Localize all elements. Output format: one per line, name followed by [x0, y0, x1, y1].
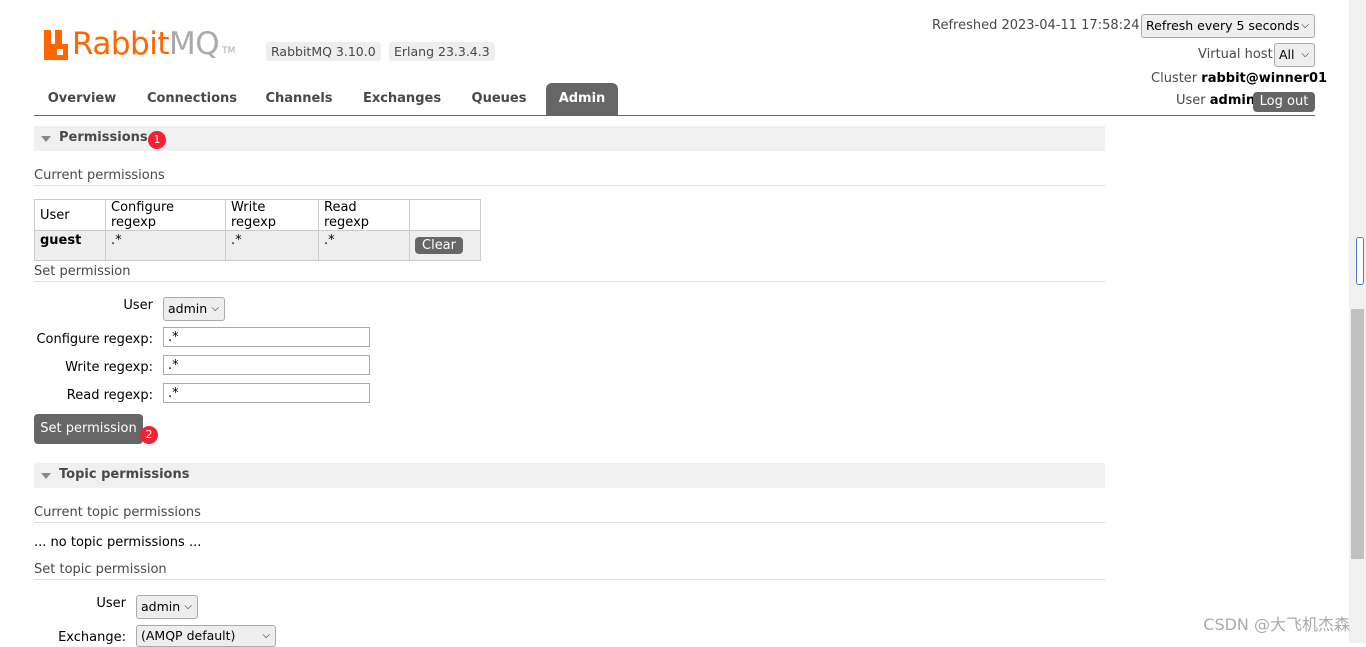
exchange-select[interactable]: (AMQP default) ⌵	[136, 625, 276, 647]
topic-permissions-title: Topic permissions	[59, 467, 190, 482]
refresh-interval-select[interactable]: Refresh every 5 seconds ⌵	[1141, 14, 1315, 38]
read-regexp-label: Read regexp:	[66, 388, 153, 403]
rabbit-logo-icon	[44, 30, 68, 60]
clear-permission-button[interactable]: Clear	[415, 237, 463, 254]
topic-permissions-section-header[interactable]: Topic permissions	[34, 463, 1105, 488]
col-action	[409, 199, 481, 231]
cell-action: Clear	[409, 230, 481, 261]
col-read: Read regexp	[318, 199, 410, 231]
chevron-down-icon: ⌵	[184, 601, 192, 612]
main-nav-tabs: Overview Connections Channels Exchanges …	[34, 83, 1315, 116]
cell-read: .*	[318, 230, 410, 261]
tab-connections[interactable]: Connections	[134, 83, 250, 115]
write-regexp-label: Write regexp:	[65, 360, 153, 375]
chevron-down-icon: ⌵	[1301, 20, 1309, 31]
tab-exchanges[interactable]: Exchanges	[352, 83, 452, 115]
annotation-badge-1: 1	[148, 131, 166, 149]
set-permission-heading: Set permission	[34, 264, 1105, 282]
set-topic-permission-heading: Set topic permission	[34, 562, 1105, 580]
version-badge: RabbitMQ 3.10.0	[266, 42, 381, 61]
set-permission-button[interactable]: Set permission	[34, 414, 143, 444]
topic-user-label: User	[96, 596, 126, 611]
cell-configure: .*	[105, 230, 226, 261]
configure-regexp-label: Configure regexp:	[36, 332, 153, 347]
permissions-section-header[interactable]: Permissions	[34, 126, 1105, 151]
annotation-badge-2: 2	[140, 426, 158, 444]
collapse-triangle-icon	[41, 136, 51, 142]
permission-user-value: admin	[168, 301, 208, 316]
no-topic-permissions-text: ... no topic permissions ...	[34, 535, 202, 550]
permissions-table: User Configure regexp Write regexp Read …	[34, 199, 481, 261]
refreshed-label: Refreshed 2023-04-11 17:58:24	[932, 18, 1140, 33]
logo-trademark: TM	[222, 46, 236, 56]
csdn-watermark: CSDN @大飞机杰森	[1203, 615, 1350, 634]
erlang-badge: Erlang 23.3.4.3	[389, 42, 495, 61]
exchange-value: (AMQP default)	[141, 628, 236, 643]
col-user: User	[34, 199, 106, 231]
current-topic-permissions-heading: Current topic permissions	[34, 505, 1105, 523]
user-field-label: User	[123, 298, 153, 313]
table-header-row: User Configure regexp Write regexp Read …	[34, 199, 481, 231]
scrollbar-thumb[interactable]	[1351, 309, 1364, 559]
vhost-value: All	[1279, 47, 1295, 62]
page-scroll-indicator	[1356, 237, 1364, 285]
topic-user-value: admin	[141, 599, 181, 614]
cell-write: .*	[225, 230, 319, 261]
logo-brand-rabbit: Rabbit	[72, 26, 169, 62]
table-row: guest .* .* .* Clear	[34, 230, 481, 261]
configure-regexp-input[interactable]: .*	[163, 327, 370, 347]
vhost-label: Virtual host	[1198, 47, 1273, 62]
col-write: Write regexp	[225, 199, 319, 231]
tab-admin[interactable]: Admin	[546, 83, 618, 115]
permissions-title: Permissions	[59, 130, 148, 145]
refresh-interval-value: Refresh every 5 seconds	[1146, 18, 1300, 33]
vhost-select[interactable]: All ⌵	[1274, 43, 1315, 67]
write-regexp-input[interactable]: .*	[163, 355, 370, 375]
chevron-down-icon: ⌵	[1301, 49, 1309, 60]
logo-brand-mq: MQ	[168, 26, 220, 62]
cell-user[interactable]: guest	[34, 230, 106, 261]
current-permissions-heading: Current permissions	[34, 168, 1105, 186]
col-configure: Configure regexp	[105, 199, 226, 231]
chevron-down-icon: ⌵	[262, 630, 270, 641]
read-regexp-input[interactable]: .*	[163, 383, 370, 403]
tab-overview[interactable]: Overview	[34, 83, 130, 115]
topic-user-select[interactable]: admin ⌵	[136, 595, 198, 619]
collapse-triangle-icon	[41, 473, 51, 479]
tab-channels[interactable]: Channels	[254, 83, 344, 115]
permission-user-select[interactable]: admin ⌵	[163, 297, 225, 321]
tab-queues[interactable]: Queues	[460, 83, 538, 115]
rabbitmq-logo[interactable]: Rabbit MQ TM	[44, 24, 235, 60]
chevron-down-icon: ⌵	[211, 303, 219, 314]
